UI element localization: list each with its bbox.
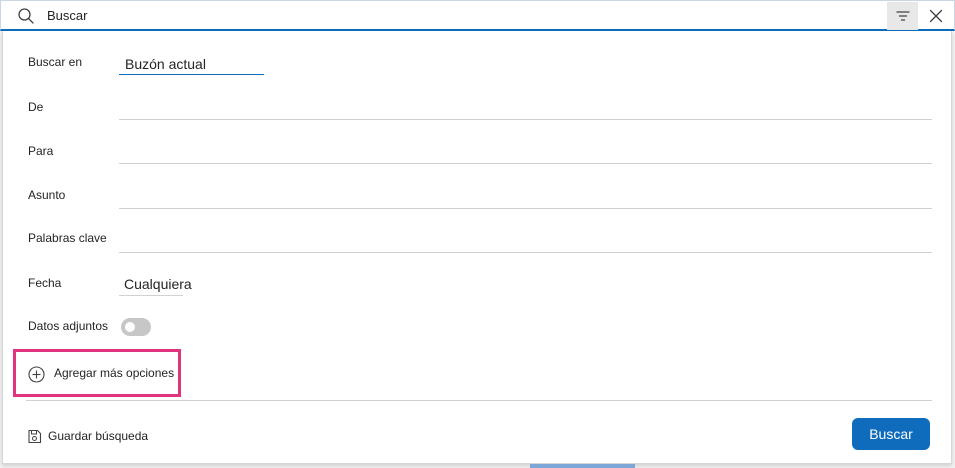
search-bar: Buscar bbox=[0, 0, 955, 31]
advanced-search-panel: Buscar en Buzón actual De Para Asunto Pa… bbox=[2, 31, 952, 464]
from-label: De bbox=[28, 100, 44, 114]
search-in-underline bbox=[119, 74, 264, 75]
to-field[interactable] bbox=[119, 163, 932, 164]
footer-divider bbox=[26, 400, 932, 401]
date-label: Fecha bbox=[28, 276, 62, 290]
date-dropdown[interactable]: Cualquiera bbox=[124, 276, 192, 292]
add-more-options-button[interactable]: Agregar más opciones bbox=[13, 349, 181, 397]
search-button[interactable]: Buscar bbox=[852, 418, 930, 450]
attachments-label: Datos adjuntos bbox=[28, 319, 109, 333]
background-strip bbox=[530, 464, 635, 468]
subject-label: Asunto bbox=[28, 188, 66, 202]
to-label: Para bbox=[28, 144, 54, 158]
from-field[interactable] bbox=[119, 119, 932, 120]
search-input[interactable]: Buscar bbox=[47, 8, 87, 23]
toggle-knob bbox=[125, 322, 135, 332]
add-circle-icon bbox=[28, 366, 45, 383]
date-underline bbox=[119, 295, 183, 296]
filter-button[interactable] bbox=[887, 2, 918, 30]
search-page: Buscar Buscar en Buzón actual De Para As… bbox=[0, 0, 955, 468]
search-icon bbox=[18, 8, 34, 24]
save-search-button[interactable]: Guardar búsqueda bbox=[27, 426, 148, 446]
save-icon bbox=[28, 429, 42, 443]
save-search-label: Guardar búsqueda bbox=[48, 429, 149, 443]
close-button[interactable] bbox=[923, 3, 949, 29]
close-icon bbox=[929, 9, 943, 23]
subject-field[interactable] bbox=[119, 208, 932, 209]
add-more-options-label: Agregar más opciones bbox=[54, 366, 175, 380]
attachments-toggle[interactable] bbox=[121, 318, 151, 336]
filter-icon bbox=[895, 11, 910, 21]
keywords-field[interactable] bbox=[119, 252, 932, 253]
keywords-label: Palabras clave bbox=[28, 231, 107, 245]
search-in-label: Buscar en bbox=[28, 55, 83, 69]
search-in-dropdown[interactable]: Buzón actual bbox=[125, 56, 206, 72]
